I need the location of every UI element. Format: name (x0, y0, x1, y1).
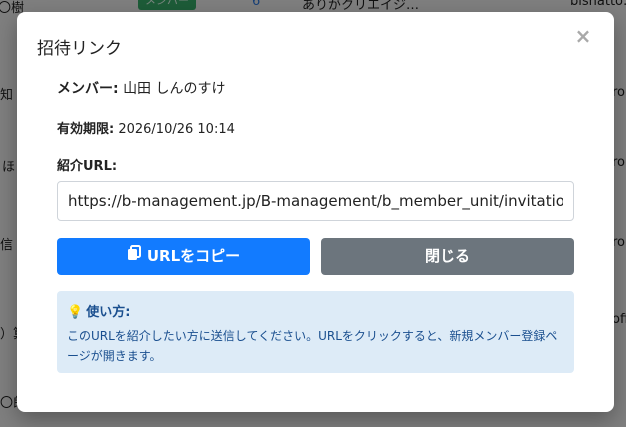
usage-text: このURLを紹介したい方に送信してください。URLをクリックすると、新規メンバー… (67, 329, 558, 363)
member-row: メンバー: 山田 しんのすけ (57, 78, 226, 98)
expiry-label: 有効期限: (57, 122, 115, 137)
usage-title-text: 使い方: (86, 305, 131, 320)
lightbulb-icon: 💡 (67, 305, 84, 320)
expiry-value: 2026/10/26 10:14 (118, 122, 235, 137)
copy-url-label: URLをコピー (146, 247, 241, 265)
copy-icon (127, 238, 141, 275)
copy-url-button[interactable]: URLをコピー (57, 238, 310, 275)
invite-url-field[interactable] (57, 181, 574, 221)
usage-title: 💡 使い方: (67, 301, 564, 320)
close-button[interactable]: 閉じる (321, 238, 574, 275)
expiry-row: 有効期限: 2026/10/26 10:14 (57, 118, 235, 137)
member-value: 山田 しんのすけ (123, 81, 226, 97)
invite-url-label: 紹介URL: (57, 159, 118, 174)
modal-title: 招待リンク (37, 39, 122, 59)
usage-info-box: 💡 使い方: このURLを紹介したい方に送信してください。URLをクリックすると、… (57, 291, 574, 373)
member-label: メンバー: (57, 81, 119, 97)
invite-link-modal: 招待リンク × メンバー: 山田 しんのすけ 有効期限: 2026/10/26 … (17, 12, 614, 412)
close-icon[interactable]: × (573, 26, 593, 46)
